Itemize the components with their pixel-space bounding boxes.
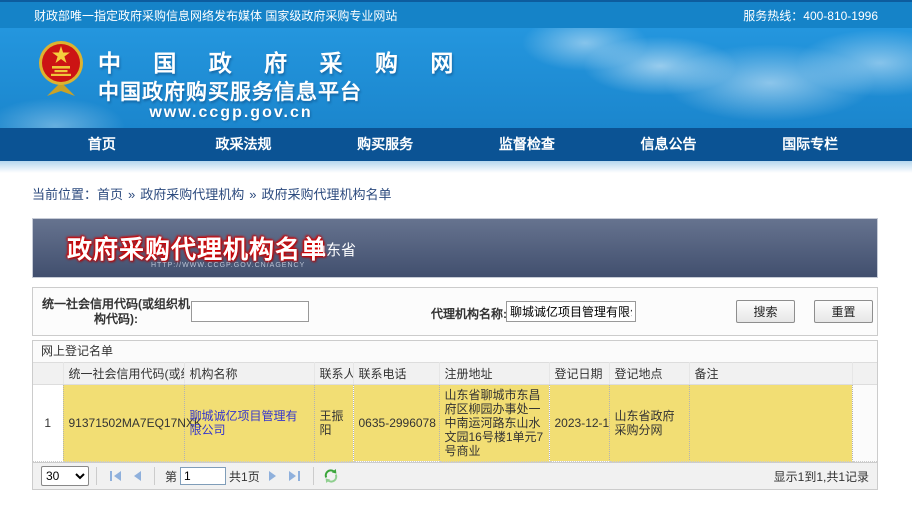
search-panel: 统一社会信用代码(或组织机构代码): 代理机构名称: 搜索 重置 — [32, 287, 878, 336]
page-count-label: 共1页 — [229, 468, 260, 485]
cell-reg-place: 山东省政府采购分网 — [609, 385, 689, 462]
nav-item-supervision[interactable]: 监督检查 — [456, 128, 598, 161]
cell-remark — [689, 385, 852, 462]
breadcrumb-separator: » — [249, 187, 256, 202]
col-remark: 备注 — [689, 363, 852, 385]
pagination-divider — [154, 467, 155, 485]
site-url: www.ccgp.gov.cn — [98, 104, 364, 122]
topbar-hotline: 服务热线：400-810-1996 — [743, 7, 878, 24]
col-reg-place: 登记地点 — [609, 363, 689, 385]
registry-table: 统一社会信用代码(或组织 机构名称 联系人 联系电话 注册地址 登记日期 登记地… — [33, 362, 877, 462]
site-subtitle: 中国政府购买服务信息平台 — [98, 76, 362, 106]
banner-title: 政府采购代理机构名单 — [67, 230, 327, 266]
breadcrumb: 当前位置：首页 » 政府采购代理机构 » 政府采购代理机构名单 — [32, 184, 392, 203]
table-header-row: 统一社会信用代码(或组织 机构名称 联系人 联系电话 注册地址 登记日期 登记地… — [33, 363, 877, 385]
main-nav: 首页 政采法规 购买服务 监督检查 信息公告 国际专栏 — [0, 128, 912, 161]
breadcrumb-separator: » — [128, 187, 135, 202]
col-index — [33, 363, 63, 385]
col-spacer — [852, 363, 877, 385]
table-section-title: 网上登记名单 — [33, 341, 877, 362]
cell-reg-date: 2023-12-11 — [549, 385, 609, 462]
reset-button[interactable]: 重置 — [814, 300, 873, 323]
next-page-button[interactable] — [263, 470, 283, 482]
pagination-bar: 30 第 共1页 — [33, 462, 877, 489]
pagination-divider — [96, 467, 97, 485]
col-reg-date: 登记日期 — [549, 363, 609, 385]
page: 财政部唯一指定政府采购信息网络发布媒体 国家级政府采购专业网站 服务热线：400… — [0, 0, 912, 521]
credit-code-label: 统一社会信用代码(或组织机构代码): — [41, 297, 191, 327]
breadcrumb-current[interactable]: 政府采购代理机构名单 — [262, 187, 392, 202]
agency-name-input[interactable] — [506, 301, 636, 322]
col-credit-code: 统一社会信用代码(或组织 — [63, 363, 184, 385]
search-button[interactable]: 搜索 — [736, 300, 795, 323]
col-agency-name: 机构名称 — [184, 363, 314, 385]
prev-page-button[interactable] — [127, 470, 147, 482]
first-page-button[interactable] — [104, 470, 127, 482]
site-title: 中 国 政 府 采 购 网 — [98, 44, 466, 78]
col-address: 注册地址 — [439, 363, 549, 385]
cell-credit-code: 91371502MA7EQ17NXK — [63, 385, 184, 462]
record-summary: 显示1到1,共1记录 — [774, 468, 869, 485]
col-phone: 联系电话 — [353, 363, 439, 385]
nav-item-regulations[interactable]: 政采法规 — [173, 128, 315, 161]
nav-item-announcements[interactable]: 信息公告 — [598, 128, 740, 161]
cell-index: 1 — [33, 385, 63, 462]
breadcrumb-link-home[interactable]: 首页 — [97, 187, 123, 202]
national-emblem-icon — [38, 38, 84, 103]
page-number-input[interactable] — [180, 467, 226, 485]
breadcrumb-link-agencies[interactable]: 政府采购代理机构 — [140, 187, 244, 202]
last-page-button[interactable] — [283, 470, 306, 482]
breadcrumb-prefix: 当前位置： — [32, 187, 97, 202]
agency-name-link[interactable]: 聊城诚亿项目管理有限公司 — [190, 409, 298, 437]
cell-spacer — [852, 385, 877, 462]
credit-code-input[interactable] — [191, 301, 309, 322]
agency-list-banner: 政府采购代理机构名单 HTTP://WWW.CCGP.GOV.CN/AGENCY… — [32, 218, 878, 278]
page-label-prefix: 第 — [165, 468, 177, 485]
cell-agency-name: 聊城诚亿项目管理有限公司 — [184, 385, 314, 462]
table-row: 1 91371502MA7EQ17NXK 聊城诚亿项目管理有限公司 王振阳 06… — [33, 385, 877, 462]
topbar-slogan: 财政部唯一指定政府采购信息网络发布媒体 国家级政府采购专业网站 — [34, 7, 397, 24]
pagination-divider — [313, 467, 314, 485]
refresh-icon[interactable] — [323, 468, 339, 484]
page-size-select[interactable]: 30 — [41, 466, 89, 486]
cell-phone: 0635-2996078 — [353, 385, 439, 462]
banner-url: HTTP://WWW.CCGP.GOV.CN/AGENCY — [151, 262, 305, 269]
agency-name-label: 代理机构名称: — [431, 305, 507, 322]
nav-item-purchase-services[interactable]: 购买服务 — [314, 128, 456, 161]
site-header: 中 国 政 府 采 购 网 中国政府购买服务信息平台 www.ccgp.gov.… — [0, 28, 912, 128]
nav-item-international[interactable]: 国际专栏 — [739, 128, 881, 161]
col-contact: 联系人 — [314, 363, 353, 385]
topbar: 财政部唯一指定政府采购信息网络发布媒体 国家级政府采购专业网站 服务热线：400… — [0, 0, 912, 28]
cell-address: 山东省聊城市东昌府区柳园办事处一中南运河路东山水文园16号楼1单元7号商业 — [439, 385, 549, 462]
nav-item-home[interactable]: 首页 — [31, 128, 173, 161]
cell-contact: 王振阳 — [314, 385, 353, 462]
results-section: 网上登记名单 统一社会信用代码(或组织 机构名称 联系人 联系电话 注册地址 登… — [32, 340, 878, 490]
nav-fade-strip — [0, 161, 912, 173]
banner-province: 山东省 — [311, 239, 356, 260]
